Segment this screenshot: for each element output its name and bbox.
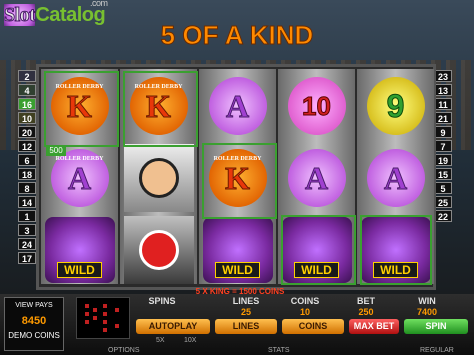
payline-number[interactable]: 5 (434, 182, 452, 194)
symbol-cell (123, 215, 194, 285)
ace-symbol: ROLLER DERBY A (50, 149, 109, 207)
coins-label: COINS (290, 296, 320, 306)
autoplay-button[interactable]: AUTOPLAY (136, 319, 210, 334)
payline-number[interactable]: 20 (18, 126, 36, 138)
symbol-cell (123, 143, 194, 213)
symbol-cell: 9 (360, 71, 431, 141)
payline-number[interactable]: 13 (434, 84, 452, 96)
payline-number[interactable]: 17 (18, 252, 36, 264)
balance-value: 8450 (21, 315, 47, 327)
win-highlight-box (44, 71, 119, 147)
reels-frame: ROLLER DERBY K ROLLER DERBY A WILD ROLLER … (36, 64, 436, 290)
view-pays-button[interactable]: VIEW PAYS (5, 302, 63, 309)
payline-number[interactable]: 12 (18, 140, 36, 152)
led-display (76, 297, 130, 339)
coins-value: 10 (299, 307, 310, 317)
payline-number[interactable]: 3 (18, 224, 36, 236)
max-bet-button[interactable]: MAX BET (349, 319, 399, 334)
payline-number[interactable]: 6 (18, 154, 36, 166)
payline-numbers-left: 2 4 16 10 20 12 6 18 8 14 1 3 24 17 (18, 70, 36, 266)
autoplay-5x-option[interactable]: 5X (156, 337, 165, 344)
coins-button[interactable]: COINS (282, 319, 344, 334)
payline-number[interactable]: 18 (18, 168, 36, 180)
lines-label: LINES (232, 296, 260, 306)
spins-label: SPINS (148, 296, 176, 306)
win-highlight-box (281, 215, 356, 285)
demo-coins-label: DEMO COINS (8, 331, 60, 340)
payline-number[interactable]: 21 (434, 112, 452, 124)
symbol-cell: A (281, 143, 352, 213)
wild-skate-symbol: WILD (202, 217, 273, 283)
ace-symbol: A (366, 149, 425, 207)
bet-value: 250 (358, 307, 374, 317)
payline-number[interactable]: 15 (434, 168, 452, 180)
referee-symbol (123, 144, 194, 212)
payline-number[interactable]: 1 (18, 210, 36, 222)
win-label: WIN (418, 296, 436, 306)
payline-number[interactable]: 23 (434, 70, 452, 82)
payline-number[interactable]: 8 (18, 182, 36, 194)
win-highlight-box (360, 215, 432, 285)
win-value: 7400 (416, 307, 438, 317)
regular-tab[interactable]: REGULAR (420, 347, 454, 354)
spin-button[interactable]: SPIN (404, 319, 468, 334)
symbol-cell: WILD (202, 215, 273, 285)
win-highlight-box (202, 143, 277, 219)
options-tab[interactable]: OPTIONS (108, 347, 140, 354)
payline-number[interactable]: 4 (18, 84, 36, 96)
win-headline: 5 OF A KIND (160, 20, 314, 51)
wild-skate-symbol: WILD (44, 217, 115, 283)
lines-button[interactable]: LINES (215, 319, 277, 334)
payline-number[interactable]: 2 (18, 70, 36, 82)
ace-symbol: A (287, 149, 346, 207)
payline-number[interactable]: 22 (434, 210, 452, 222)
payline-number[interactable]: 19 (434, 154, 452, 166)
ace-symbol: A (208, 77, 267, 135)
ten-symbol: 10 (287, 77, 346, 135)
derby-girl-symbol (123, 216, 194, 284)
payline-number[interactable]: 10 (18, 112, 36, 124)
payline-number[interactable]: 25 (434, 196, 452, 208)
symbol-cell: A (360, 143, 431, 213)
payline-number[interactable]: 7 (434, 140, 452, 152)
win-highlight-box (123, 71, 198, 147)
bet-label: BET (357, 296, 375, 306)
payline-numbers-right: 23 13 11 21 9 7 19 15 5 25 22 (434, 70, 452, 224)
payline-number[interactable]: 14 (18, 196, 36, 208)
autoplay-10x-option[interactable]: 10X (184, 337, 196, 344)
nine-symbol: 9 (366, 77, 425, 135)
payline-number[interactable]: 24 (18, 238, 36, 250)
lines-value: 25 (240, 307, 251, 317)
stats-tab[interactable]: STATS (268, 347, 290, 354)
symbol-cell: A (202, 71, 273, 141)
balance-box: VIEW PAYS 8450 DEMO COINS (4, 297, 64, 351)
payline-number[interactable]: 9 (434, 126, 452, 138)
payline-number[interactable]: 16 (18, 98, 36, 110)
line-win-badge: 500 (46, 146, 66, 156)
payline-number[interactable]: 11 (434, 98, 452, 110)
symbol-cell: 10 (281, 71, 352, 141)
symbol-cell: WILD (44, 215, 115, 285)
